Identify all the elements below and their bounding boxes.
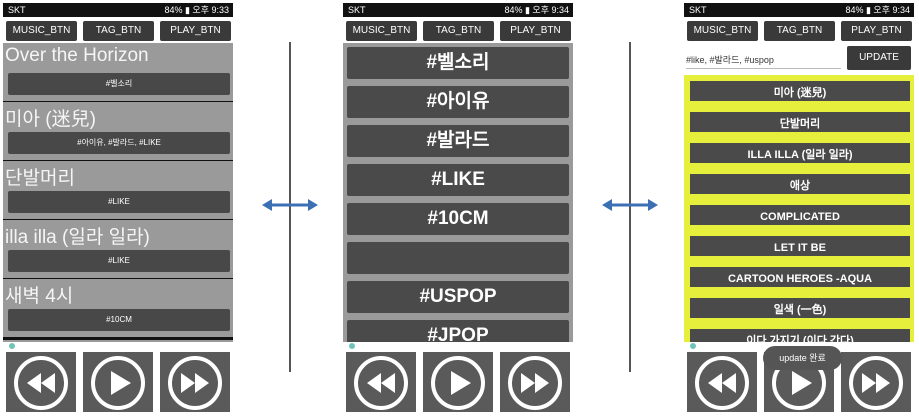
song-button[interactable]: 애상 (688, 172, 912, 196)
song-button[interactable]: COMPLICATED (688, 203, 912, 227)
list-item[interactable]: 미아 (迷兒) #아이유, #발라드, #LIKE (3, 102, 233, 163)
play-icon (431, 356, 485, 410)
song-button[interactable]: CARTOON HEROES -AQUA (688, 265, 912, 289)
status-bar: SKT 84% ▮ 오후 9:34 (684, 3, 914, 17)
double-arrow-icon (602, 199, 658, 211)
status-right: 84% ▮ 오후 9:34 (845, 5, 910, 15)
update-button[interactable]: UPDATE (847, 46, 911, 70)
tag-button[interactable]: #USPOP (347, 281, 569, 313)
carrier-label: SKT (348, 5, 366, 15)
play-button[interactable] (423, 352, 493, 412)
list-item[interactable]: 단발머리 #LIKE (3, 161, 233, 222)
tab-bar: MUSIC_BTN TAG_BTN PLAY_BTN (684, 19, 914, 43)
song-button[interactable]: 단발머리 (688, 110, 912, 134)
list-item[interactable]: 새벽 4시 #10CM (3, 279, 233, 340)
fast-forward-icon (849, 356, 903, 410)
tag-tab-button[interactable]: TAG_BTN (83, 21, 154, 41)
double-arrow-icon (262, 199, 318, 211)
status-right: 84% ▮ 오후 9:34 (504, 5, 569, 15)
tag-button[interactable] (347, 242, 569, 274)
tag-search-input[interactable] (686, 50, 841, 69)
play-button[interactable] (83, 352, 153, 412)
music-tab-button[interactable]: MUSIC_BTN (346, 21, 417, 41)
rewind-button[interactable] (346, 352, 416, 412)
song-button[interactable]: ILLA ILLA (일라 일라) (688, 141, 912, 165)
rewind-button[interactable] (6, 352, 76, 412)
fast-forward-icon (508, 356, 562, 410)
music-tab-button[interactable]: MUSIC_BTN (6, 21, 77, 41)
tab-bar: MUSIC_BTN TAG_BTN PLAY_BTN (3, 19, 233, 43)
song-button[interactable]: LET IT BE (688, 234, 912, 258)
song-tags-button[interactable]: #LIKE (8, 250, 230, 272)
fast-forward-button[interactable] (160, 352, 230, 412)
progress-handle[interactable] (690, 343, 696, 349)
tag-button[interactable]: #LIKE (347, 164, 569, 196)
play-tab-button[interactable]: PLAY_BTN (160, 21, 231, 41)
player-controls (3, 350, 233, 413)
status-bar: SKT 84% ▮ 오후 9:34 (343, 3, 573, 17)
screen-tag-filter: SKT 84% ▮ 오후 9:34 MUSIC_BTN TAG_BTN PLAY… (684, 3, 914, 413)
playback-progress[interactable] (343, 342, 573, 350)
screen-music-list: SKT 84% ▮ 오후 9:33 MUSIC_BTN TAG_BTN PLAY… (3, 3, 233, 413)
tag-button[interactable]: #벨소리 (347, 47, 569, 79)
rewind-icon (695, 356, 749, 410)
status-bar: SKT 84% ▮ 오후 9:33 (3, 3, 233, 17)
song-tags-button[interactable]: #10CM (8, 309, 230, 331)
player-controls (343, 350, 573, 413)
song-tags-button[interactable]: #LIKE (8, 191, 230, 213)
rewind-icon (354, 356, 408, 410)
music-list[interactable]: Over the Horizon #벨소리 미아 (迷兒) #아이유, #발라드… (3, 43, 233, 343)
screen-tag-list: SKT 84% ▮ 오후 9:34 MUSIC_BTN TAG_BTN PLAY… (343, 3, 573, 413)
playback-progress[interactable] (3, 342, 233, 350)
status-right: 84% ▮ 오후 9:33 (164, 5, 229, 15)
play-icon (91, 356, 145, 410)
tab-bar: MUSIC_BTN TAG_BTN PLAY_BTN (343, 19, 573, 43)
tag-button[interactable]: #아이유 (347, 86, 569, 118)
rewind-icon (14, 356, 68, 410)
song-button[interactable]: 일색 (一色) (688, 296, 912, 320)
tag-button[interactable]: #10CM (347, 203, 569, 235)
tag-search-row: UPDATE (684, 43, 914, 73)
play-tab-button[interactable]: PLAY_BTN (841, 21, 912, 41)
carrier-label: SKT (689, 5, 707, 15)
play-tab-button[interactable]: PLAY_BTN (500, 21, 571, 41)
progress-handle[interactable] (9, 343, 15, 349)
song-title: 미아 (迷兒) (5, 109, 96, 130)
list-item[interactable]: Over the Horizon #벨소리 (3, 43, 233, 104)
rewind-button[interactable] (687, 352, 757, 412)
filtered-song-list[interactable]: 미아 (迷兒) 단발머리 ILLA ILLA (일라 일라) 애상 COMPLI… (684, 75, 914, 342)
tag-button[interactable]: #발라드 (347, 125, 569, 157)
song-tags-button[interactable]: #아이유, #발라드, #LIKE (8, 132, 230, 154)
progress-handle[interactable] (349, 343, 355, 349)
music-tab-button[interactable]: MUSIC_BTN (687, 21, 758, 41)
song-tags-button[interactable]: #벨소리 (8, 73, 230, 95)
fast-forward-button[interactable] (841, 352, 911, 412)
carrier-label: SKT (8, 5, 26, 15)
fast-forward-button[interactable] (500, 352, 570, 412)
tag-list[interactable]: #벨소리 #아이유 #발라드 #LIKE #10CM #USPOP #JPOP (343, 43, 573, 343)
song-button[interactable]: 이다 가지기 (이다 간다) (688, 327, 912, 342)
song-title: 단발머리 (5, 168, 75, 189)
song-title: Over the Horizon (5, 45, 149, 66)
list-item[interactable]: illa illa (일라 일라) #LIKE (3, 220, 233, 281)
song-title: illa illa (일라 일라) (5, 227, 150, 248)
toast-message: update 완료 (763, 346, 842, 370)
song-title: 새벽 4시 (5, 286, 74, 307)
fast-forward-icon (168, 356, 222, 410)
song-button[interactable]: 미아 (迷兒) (688, 79, 912, 103)
tag-button[interactable]: #JPOP (347, 320, 569, 343)
tag-tab-button[interactable]: TAG_BTN (423, 21, 494, 41)
tag-tab-button[interactable]: TAG_BTN (764, 21, 835, 41)
